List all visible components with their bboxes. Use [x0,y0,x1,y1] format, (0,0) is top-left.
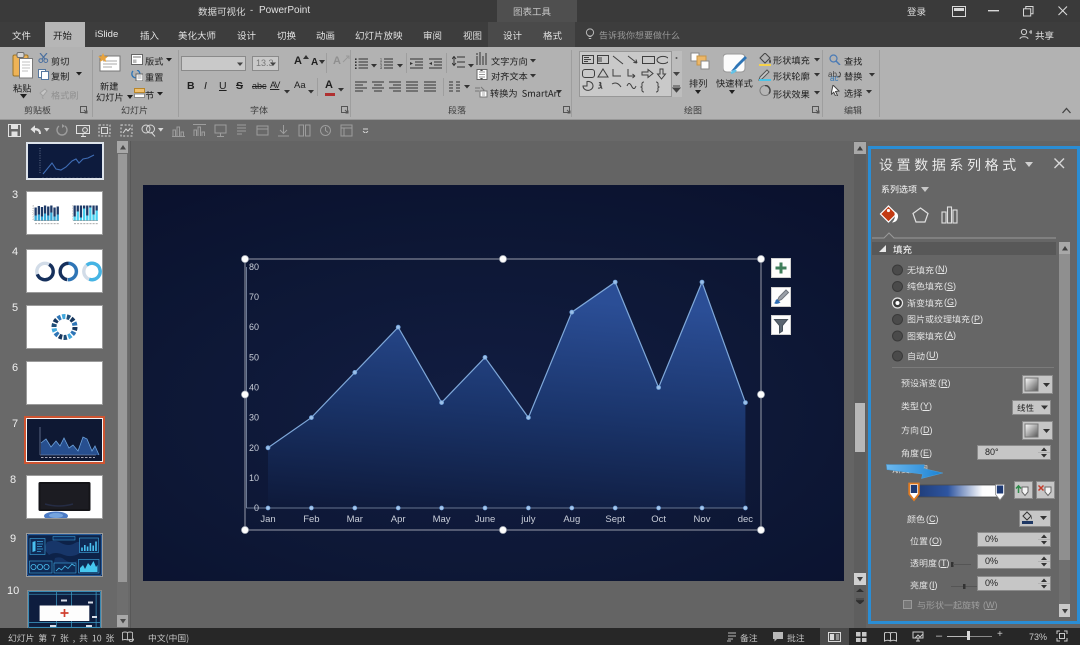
svg-text:60: 60 [249,322,259,332]
svg-text:july: july [520,514,536,525]
svg-text:Jan: Jan [260,514,275,525]
svg-text:dec: dec [738,514,754,525]
svg-text:70: 70 [249,292,259,302]
svg-text:Feb: Feb [303,514,319,525]
svg-text:50: 50 [249,352,259,362]
svg-text:40: 40 [249,383,259,393]
svg-text:Oct: Oct [651,514,666,525]
svg-text:30: 30 [249,413,259,423]
svg-text:May: May [433,514,451,525]
svg-text:ac: ac [830,74,838,81]
svg-text:Sept: Sept [605,514,625,525]
svg-text:80: 80 [249,262,259,272]
svg-text:Aug: Aug [563,514,580,525]
svg-text:10: 10 [249,473,259,483]
svg-text:4: 4 [380,67,382,69]
svg-text:Nov: Nov [694,514,711,525]
svg-text:0: 0 [254,503,259,513]
svg-text:June: June [475,514,496,525]
svg-text:Mar: Mar [347,514,363,525]
svg-text:Apr: Apr [391,514,406,525]
svg-text:20: 20 [249,443,259,453]
